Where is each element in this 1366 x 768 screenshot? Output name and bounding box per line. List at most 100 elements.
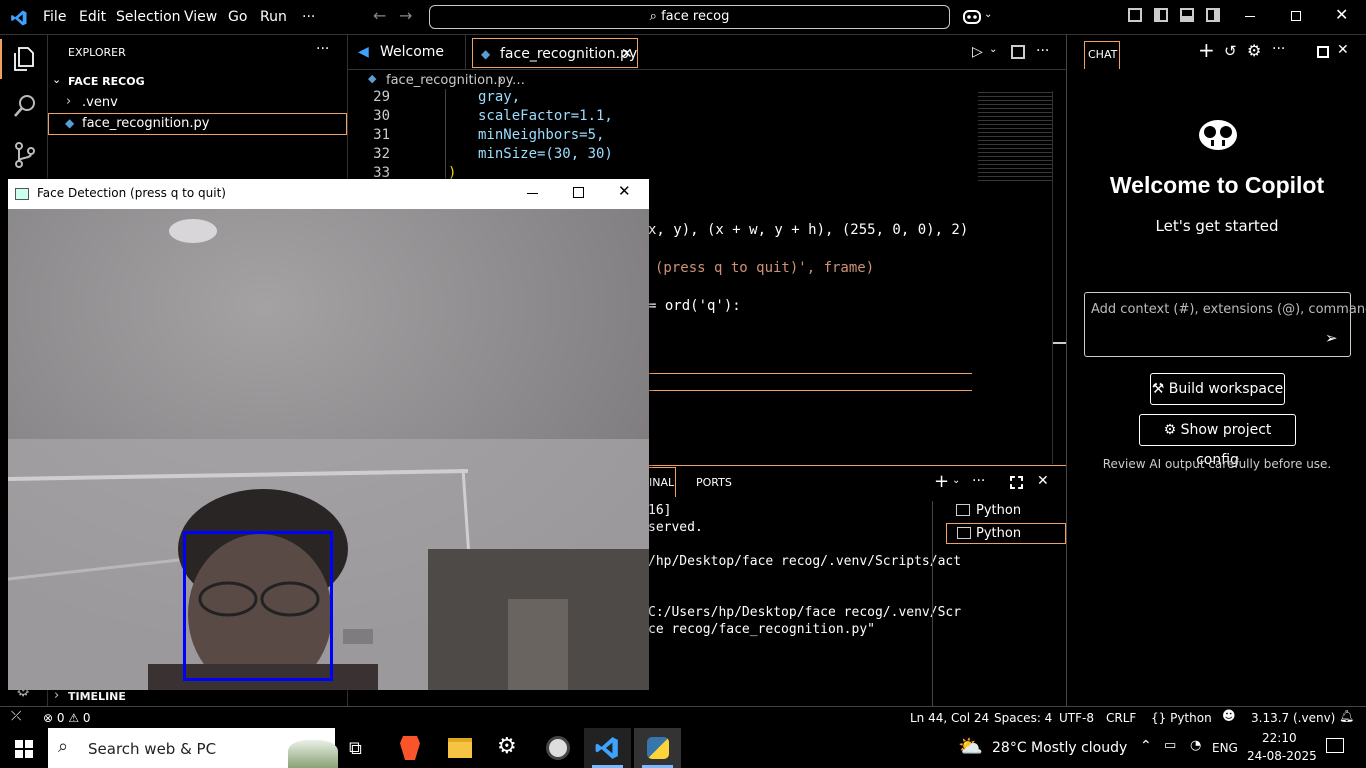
code-line[interactable]: 31 minNeighbors=5, bbox=[348, 127, 1066, 146]
restore-icon[interactable] bbox=[1291, 11, 1301, 21]
send-icon[interactable]: ➢ bbox=[1325, 329, 1338, 347]
language-indicator[interactable]: ENG bbox=[1212, 741, 1238, 755]
settings-gear-icon[interactable]: ⚙ bbox=[497, 734, 517, 759]
remote-icon[interactable]: ⤫ bbox=[11, 709, 21, 724]
history-icon[interactable]: ↺ bbox=[1224, 42, 1237, 60]
tab-face-recognition[interactable]: ◆ face_recognition.py ✕ bbox=[472, 38, 638, 68]
customize-layout-icon[interactable] bbox=[1128, 8, 1142, 22]
menu-selection[interactable]: Selection bbox=[116, 9, 181, 25]
vscode-taskbar-item[interactable] bbox=[584, 728, 631, 768]
python-file-icon: ◆ bbox=[368, 72, 377, 85]
back-arrow-icon[interactable]: ← bbox=[373, 6, 386, 25]
maximize-icon[interactable] bbox=[573, 187, 584, 198]
editor-more-icon[interactable]: ··· bbox=[1036, 43, 1049, 59]
command-center-search[interactable]: ⌕ face recog bbox=[429, 5, 950, 29]
notification-center-icon[interactable] bbox=[1326, 738, 1344, 753]
menu-run[interactable]: Run bbox=[260, 9, 287, 25]
line-number: 30 bbox=[373, 108, 390, 124]
forward-arrow-icon[interactable]: → bbox=[399, 6, 412, 25]
folder-face-recog[interactable]: ⌄ FACE RECOG bbox=[48, 72, 347, 92]
line-number: 29 bbox=[373, 89, 390, 105]
python-interpreter[interactable]: 3.13.7 (.venv) bbox=[1251, 711, 1335, 725]
minimize-icon[interactable] bbox=[527, 193, 538, 194]
minimize-icon[interactable] bbox=[1245, 16, 1255, 17]
clock-time[interactable]: 22:10 bbox=[1262, 731, 1297, 745]
show-project-config-button[interactable]: ⚙ Show project config bbox=[1139, 414, 1296, 468]
maximize-panel-icon[interactable] bbox=[1010, 476, 1023, 489]
chat-input[interactable]: Add context (#), extensions (@), command… bbox=[1084, 292, 1366, 357]
clock-date[interactable]: 24-08-2025 bbox=[1247, 749, 1317, 763]
menu-view[interactable]: View bbox=[184, 9, 217, 25]
language-mode[interactable]: {} Python bbox=[1151, 711, 1212, 725]
chevron-up-icon[interactable]: ⌃ bbox=[1140, 738, 1152, 754]
code-fragment[interactable]: (press q to quit)', frame) bbox=[655, 260, 874, 276]
close-window-icon[interactable]: ✕ bbox=[1335, 5, 1348, 24]
code-line[interactable]: 29 gray, bbox=[348, 89, 1066, 108]
menu-more[interactable]: ··· bbox=[302, 9, 315, 25]
eol[interactable]: CRLF bbox=[1106, 711, 1136, 725]
tree-item-venv[interactable]: › .venv bbox=[48, 92, 347, 114]
taskbar-search-box[interactable]: ⌕ Search web & PC bbox=[48, 728, 338, 768]
close-panel-icon[interactable]: ✕ bbox=[1037, 473, 1049, 489]
weather-text[interactable]: 28°C Mostly cloudy bbox=[992, 740, 1127, 756]
code-line[interactable]: 32 minSize=(30, 30) bbox=[348, 146, 1066, 165]
brave-browser-icon[interactable] bbox=[400, 736, 420, 760]
toggle-sidebar-icon[interactable] bbox=[1154, 8, 1168, 22]
build-workspace-button[interactable]: ⚒ Build workspace bbox=[1150, 373, 1285, 405]
breadcrumb-file[interactable]: face_recognition.py bbox=[386, 73, 513, 88]
toggle-secondary-sidebar-icon[interactable] bbox=[1206, 8, 1220, 22]
problems-status[interactable]: ⊗ 0 ⚠ 0 bbox=[43, 711, 91, 725]
settings-gear-icon[interactable]: ⚙ bbox=[1247, 41, 1261, 60]
maximize-chat-icon[interactable] bbox=[1317, 46, 1329, 58]
copilot-icon[interactable] bbox=[962, 8, 982, 26]
tab-chat[interactable]: CHAT bbox=[1084, 41, 1120, 69]
tree-item-face-recognition[interactable]: ◆ face_recognition.py bbox=[48, 113, 347, 135]
tab-terminal[interactable]: INAL bbox=[648, 467, 676, 497]
panel-more-icon[interactable]: ··· bbox=[972, 473, 985, 489]
close-window-icon[interactable]: ✕ bbox=[618, 182, 631, 200]
close-chat-icon[interactable]: ✕ bbox=[1337, 42, 1349, 58]
minimap[interactable] bbox=[978, 92, 1052, 182]
copilot-status-icon[interactable]: ☻ bbox=[1222, 709, 1236, 724]
search-icon[interactable] bbox=[12, 93, 38, 119]
tab-welcome[interactable]: ◀ Welcome bbox=[348, 35, 466, 70]
menu-edit[interactable]: Edit bbox=[79, 9, 106, 25]
menu-file[interactable]: File bbox=[43, 9, 66, 25]
new-terminal-icon[interactable]: + bbox=[934, 471, 949, 492]
split-editor-icon[interactable] bbox=[1011, 45, 1025, 59]
menu-go[interactable]: Go bbox=[228, 9, 247, 25]
windows-start-icon[interactable] bbox=[15, 740, 33, 758]
wifi-icon[interactable]: ◔ bbox=[1190, 738, 1201, 753]
new-chat-icon[interactable]: + bbox=[1198, 38, 1215, 62]
breadcrumb-more[interactable]: … bbox=[512, 73, 525, 88]
chat-more-icon[interactable]: ··· bbox=[1272, 41, 1285, 57]
chevron-down-icon[interactable]: ⌄ bbox=[989, 44, 997, 55]
run-python-file-icon[interactable]: ▷ bbox=[972, 44, 983, 60]
clock-app-icon[interactable] bbox=[546, 736, 570, 760]
notifications-bell-icon[interactable]: 🔔︎ bbox=[1339, 709, 1354, 723]
indentation[interactable]: Spaces: 4 bbox=[994, 711, 1052, 725]
scrollbar-thumb[interactable] bbox=[1053, 342, 1066, 344]
terminal-list-item[interactable]: Python bbox=[946, 501, 1066, 522]
task-view-icon[interactable]: ⧉ bbox=[349, 738, 362, 759]
tab-ports[interactable]: PORTS bbox=[696, 476, 732, 489]
code-line[interactable]: 30 scaleFactor=1.1, bbox=[348, 108, 1066, 127]
battery-icon[interactable]: ▭ bbox=[1164, 738, 1176, 753]
explorer-files-icon[interactable] bbox=[12, 46, 36, 72]
code-fragment[interactable]: x, y), (x + w, y + h), (255, 0, 0), 2) bbox=[648, 222, 968, 238]
python-taskbar-item[interactable] bbox=[634, 728, 681, 768]
cursor-position[interactable]: Ln 44, Col 24 bbox=[910, 711, 989, 725]
chevron-down-icon[interactable]: ⌄ bbox=[952, 475, 960, 486]
code-fragment[interactable]: = ord('q'): bbox=[648, 298, 741, 314]
source-control-icon[interactable] bbox=[13, 141, 37, 169]
explorer-more-icon[interactable]: ··· bbox=[316, 41, 329, 57]
toggle-panel-icon[interactable] bbox=[1180, 8, 1194, 22]
line-number: 32 bbox=[373, 146, 390, 162]
encoding[interactable]: UTF-8 bbox=[1059, 711, 1094, 725]
terminal-line: served. bbox=[648, 520, 703, 535]
chevron-right-icon: › bbox=[66, 94, 72, 109]
file-explorer-icon[interactable] bbox=[448, 738, 472, 758]
chevron-down-icon[interactable]: ⌄ bbox=[984, 9, 992, 20]
terminal-list-item[interactable]: Python bbox=[946, 523, 1066, 544]
close-tab-icon[interactable]: ✕ bbox=[621, 39, 633, 69]
